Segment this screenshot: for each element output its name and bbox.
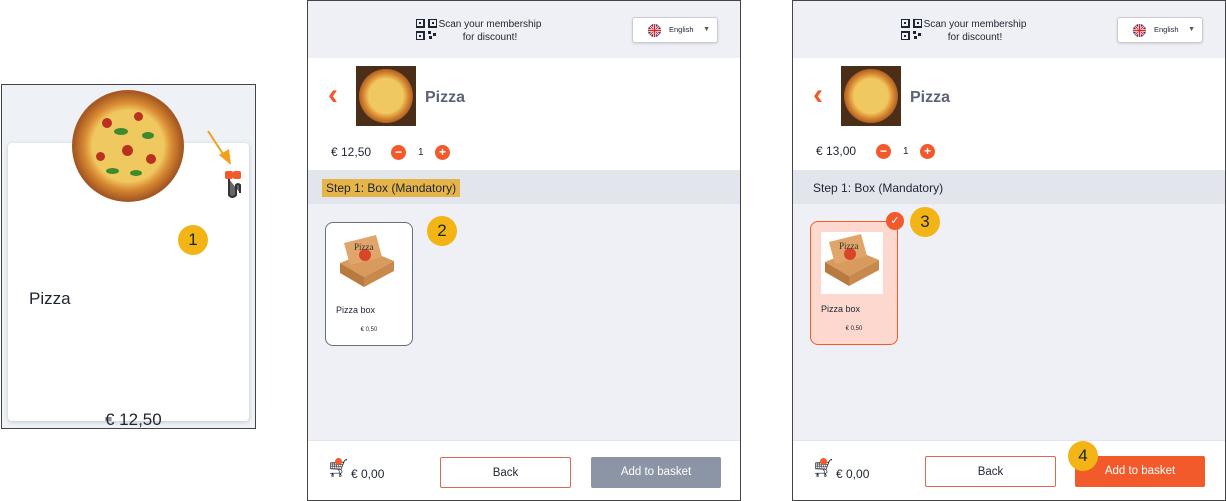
pizza-image <box>72 90 184 202</box>
language-label: English <box>669 25 694 34</box>
step-badge-2: 2 <box>427 216 457 246</box>
pointer-hand-icon <box>207 130 241 198</box>
chevron-down-icon: ▼ <box>703 26 710 33</box>
quantity-decrease-button[interactable]: − <box>391 145 406 160</box>
product-title: Pizza <box>910 89 951 106</box>
product-header: ‹ Pizza € 13,00 − 1 + <box>793 58 1225 170</box>
option-item-price: € 0,50 <box>360 327 378 333</box>
step-badge-4: 4 <box>1068 441 1098 471</box>
basket-total: € 0,00 <box>836 467 870 481</box>
product-price: € 12,50 <box>105 410 162 429</box>
quantity-decrease-button[interactable]: − <box>876 144 891 159</box>
kiosk-header: Scan your membership for discount! Engli… <box>308 1 740 58</box>
language-select[interactable]: English ▼ <box>1117 17 1203 43</box>
chevron-down-icon: ▼ <box>1188 26 1195 33</box>
add-to-basket-button[interactable]: Add to basket <box>591 457 721 488</box>
basket-total: € 0,00 <box>351 467 385 481</box>
product-header: ‹ Pizza € 12,50 − 1 + <box>308 58 740 170</box>
step-badge-3: 3 <box>910 207 940 237</box>
option-item-price: € 0,50 <box>845 326 863 332</box>
option-item-name: Pizza box <box>821 304 861 314</box>
qr-code-icon <box>901 19 922 40</box>
product-price: € 12,50 <box>331 145 372 159</box>
step-header: Step 1: Box (Mandatory) <box>793 170 1225 204</box>
product-title: Pizza <box>425 89 466 106</box>
kiosk-header: Scan your membership for discount! Engli… <box>793 1 1225 58</box>
scan-membership-text: Scan your membership for discount! <box>438 19 542 43</box>
svg-text:Pizza: Pizza <box>839 241 859 251</box>
uk-flag-icon <box>648 24 661 37</box>
pizza-box-image: Pizza <box>340 235 394 287</box>
product-price: € 13,00 <box>816 144 857 158</box>
pizza-box-image: Pizza <box>821 232 883 294</box>
option-item-pizza-box-selected[interactable]: Pizza Pizza box € 0,50 <box>810 221 898 345</box>
kiosk-footer: 🛒︎ € 0,00 Back Add to basket <box>793 440 1225 500</box>
cart-count-dot <box>820 458 827 465</box>
step-badge-1: 1 <box>178 225 208 255</box>
option-item-name: Pizza box <box>336 305 376 315</box>
product-name: Pizza <box>29 289 71 308</box>
kiosk-footer: 🛒︎ € 0,00 Back Add to basket <box>308 440 740 500</box>
kiosk-screen-step-selected: Scan your membership for discount! Engli… <box>792 0 1226 501</box>
svg-text:Pizza: Pizza <box>354 242 374 252</box>
back-chevron-icon[interactable]: ‹ <box>813 78 823 112</box>
product-thumbnail <box>356 66 416 126</box>
step-label: Step 1: Box (Mandatory) <box>813 181 944 195</box>
language-label: English <box>1154 25 1179 34</box>
back-button[interactable]: Back <box>925 456 1056 487</box>
quantity-value: 1 <box>418 147 424 158</box>
option-item-pizza-box[interactable]: Pizza Pizza box € 0,50 <box>325 222 413 346</box>
product-card-panel: Pizza € 12,50 + 1 <box>1 84 256 429</box>
quantity-increase-button[interactable]: + <box>435 145 450 160</box>
language-select[interactable]: English ▼ <box>632 17 718 43</box>
uk-flag-icon <box>1133 24 1146 37</box>
cart-count-dot <box>335 458 342 465</box>
check-icon: ✓ <box>886 212 904 230</box>
step-header: Step 1: Box (Mandatory) <box>308 170 740 204</box>
product-thumbnail <box>841 66 901 126</box>
scan-membership-text: Scan your membership for discount! <box>923 19 1027 43</box>
qr-code-icon <box>416 19 437 40</box>
quantity-increase-button[interactable]: + <box>920 144 935 159</box>
kiosk-screen-step-select: Scan your membership for discount! Engli… <box>307 0 741 501</box>
back-chevron-icon[interactable]: ‹ <box>328 78 338 112</box>
step-label: Step 1: Box (Mandatory) <box>322 179 461 197</box>
quantity-value: 1 <box>903 146 909 157</box>
back-button[interactable]: Back <box>440 457 571 488</box>
